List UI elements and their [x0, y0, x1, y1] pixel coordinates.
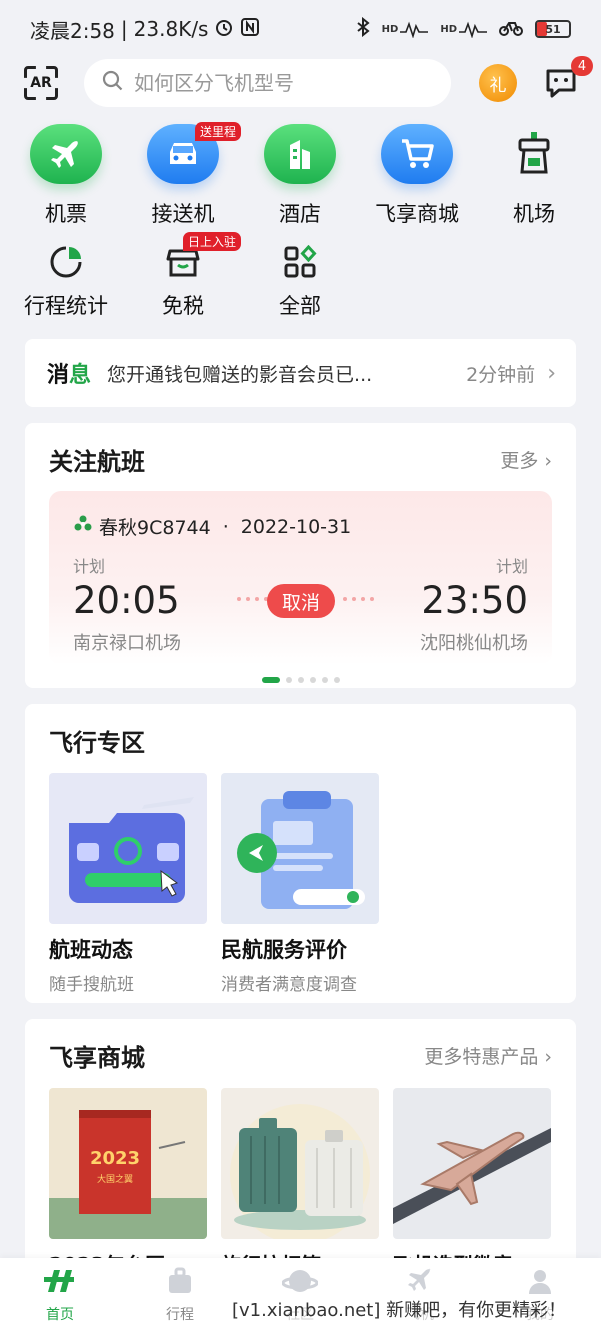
zone-item-subtitle: 消费者满意度调查 — [221, 975, 357, 995]
status-time: 凌晨2:58 — [30, 18, 115, 43]
message-title: 消息 — [47, 363, 92, 388]
search-input[interactable] — [134, 71, 434, 95]
quick-item-duty-free[interactable]: 日上入驻 免税 — [124, 232, 242, 320]
section-title: 飞享商城 — [49, 1043, 145, 1072]
flight-date: 2022-10-31 — [240, 515, 352, 538]
flight-status-illustration — [49, 773, 207, 924]
followed-flights-card: 关注航班 更多 › 春秋9C8744 · 2022-10-31 计划 20:05… — [25, 423, 576, 688]
quick-item-transfer[interactable]: 送里程 接送机 — [124, 122, 242, 228]
plane-icon — [30, 124, 102, 184]
airplane-icon — [405, 1266, 435, 1300]
mall-item-badge[interactable]: 飞机造型徽章 — [393, 1088, 551, 1278]
route-dots — [237, 597, 268, 601]
flight-item[interactable]: 春秋9C8744 · 2022-10-31 计划 20:05 南京禄口机场 取消… — [49, 491, 552, 665]
search-bar[interactable] — [84, 59, 451, 107]
section-title: 关注航班 — [49, 447, 145, 476]
shop-icon: 日上入驻 — [163, 232, 242, 282]
dep-plan-label: 计划 — [73, 557, 106, 576]
gift-button[interactable]: 礼 — [479, 64, 517, 102]
bike-icon — [499, 17, 523, 41]
arr-plan-label: 计划 — [495, 557, 528, 576]
airport-icon — [498, 124, 570, 184]
grid-icon — [280, 242, 320, 282]
quick-item-all[interactable]: 全部 — [241, 242, 359, 320]
suitcase-icon — [165, 1266, 195, 1300]
quick-item-trip-stats[interactable]: 行程统计 — [7, 242, 125, 320]
mall-item-luggage[interactable]: 旅行拉杆箱 — [221, 1088, 379, 1278]
status-badge: 取消 — [267, 584, 335, 618]
more-link[interactable]: 更多特惠产品 › — [424, 1042, 552, 1069]
mall-item-calendar[interactable]: 2023 大国之翼 2023年台历 — [49, 1088, 207, 1278]
profile-icon — [525, 1266, 555, 1300]
message-icon — [545, 69, 577, 102]
zone-item-flight-status[interactable]: 航班动态 随手搜航班 — [49, 773, 207, 995]
cart-icon — [381, 124, 453, 184]
arr-airport: 沈阳桃仙机场 — [420, 633, 528, 654]
dep-time: 20:05 — [73, 579, 180, 622]
planet-icon — [281, 1266, 319, 1300]
alarm-icon — [214, 17, 234, 42]
battery-icon: 51 — [535, 20, 571, 38]
route-dots — [343, 597, 374, 601]
chevron-right-icon: › — [547, 360, 556, 386]
calendar-product-image: 2023 大国之翼 — [49, 1088, 207, 1239]
flight-zone-card: 飞行专区 航班动态 随手搜航班 民航服务评价 消费者满意度调查 — [25, 704, 576, 1003]
dep-airport: 南京禄口机场 — [73, 633, 181, 654]
service-rating-illustration — [221, 773, 379, 924]
promo-tag: 送里程 — [195, 122, 242, 141]
home-icon — [42, 1266, 78, 1300]
flight-number: 春秋9C8744 — [99, 517, 211, 539]
quick-item-airport[interactable]: 机场 — [475, 124, 593, 228]
chevron-right-icon: › — [544, 449, 552, 472]
zone-item-service-rating[interactable]: 民航服务评价 消费者满意度调查 — [221, 773, 379, 995]
quick-item-mall[interactable]: 飞享商城 — [358, 124, 476, 228]
arr-time: 23:50 — [421, 579, 528, 622]
plane-badge-product-image — [393, 1088, 551, 1239]
hotel-icon — [264, 124, 336, 184]
chevron-right-icon: › — [544, 1045, 552, 1068]
message-banner[interactable]: 消息 您开通钱包赠送的影音会员已... 2分钟前 › — [25, 339, 576, 407]
promo-tag: 日上入驻 — [183, 232, 242, 251]
quick-item-flights[interactable]: 机票 — [7, 124, 125, 228]
car-icon: 送里程 — [147, 122, 242, 184]
carousel-pager — [25, 677, 576, 683]
nav-trips[interactable]: 行程 — [130, 1266, 230, 1324]
network-speed: 23.8K/s — [133, 17, 209, 41]
pie-chart-icon — [46, 242, 86, 282]
luggage-product-image — [221, 1088, 379, 1239]
status-divider: | — [120, 17, 128, 41]
more-link[interactable]: 更多 › — [500, 446, 552, 473]
top-bar: AR 礼 4 — [0, 56, 601, 108]
zone-item-subtitle: 随手搜航班 — [49, 975, 134, 995]
zone-item-title: 航班动态 — [49, 938, 133, 962]
separator: · — [222, 515, 229, 538]
watermark-text: [v1.xianbao.net] 新赚吧，有你更精彩！ — [232, 1296, 567, 1322]
spring-airlines-logo-icon — [73, 514, 93, 539]
nfc-icon — [240, 17, 260, 42]
status-bar: 凌晨2:58 | 23.8K/s HD HD 51 — [0, 0, 601, 58]
signal-hd-icon-2: HD — [440, 20, 487, 38]
mall-card: 飞享商城 更多特惠产品 › 2023 大国之翼 2023年台历 — [25, 1019, 576, 1279]
message-button[interactable]: 4 — [545, 56, 593, 98]
nav-home[interactable]: 首页 — [10, 1266, 110, 1324]
search-icon — [102, 70, 124, 96]
message-count-badge: 4 — [571, 56, 593, 76]
calendar-poster-subtitle: 大国之翼 — [96, 1175, 133, 1185]
signal-hd-icon: HD — [382, 20, 429, 38]
message-text: 您开通钱包赠送的影音会员已... — [107, 363, 373, 386]
quick-item-hotel[interactable]: 酒店 — [241, 124, 359, 228]
bluetooth-icon — [356, 16, 370, 41]
zone-item-title: 民航服务评价 — [221, 938, 347, 962]
message-time: 2分钟前 — [466, 363, 536, 386]
ar-scan-button[interactable]: AR — [24, 66, 58, 100]
section-title: 飞行专区 — [49, 728, 145, 757]
calendar-poster-year: 2023 — [89, 1148, 141, 1169]
